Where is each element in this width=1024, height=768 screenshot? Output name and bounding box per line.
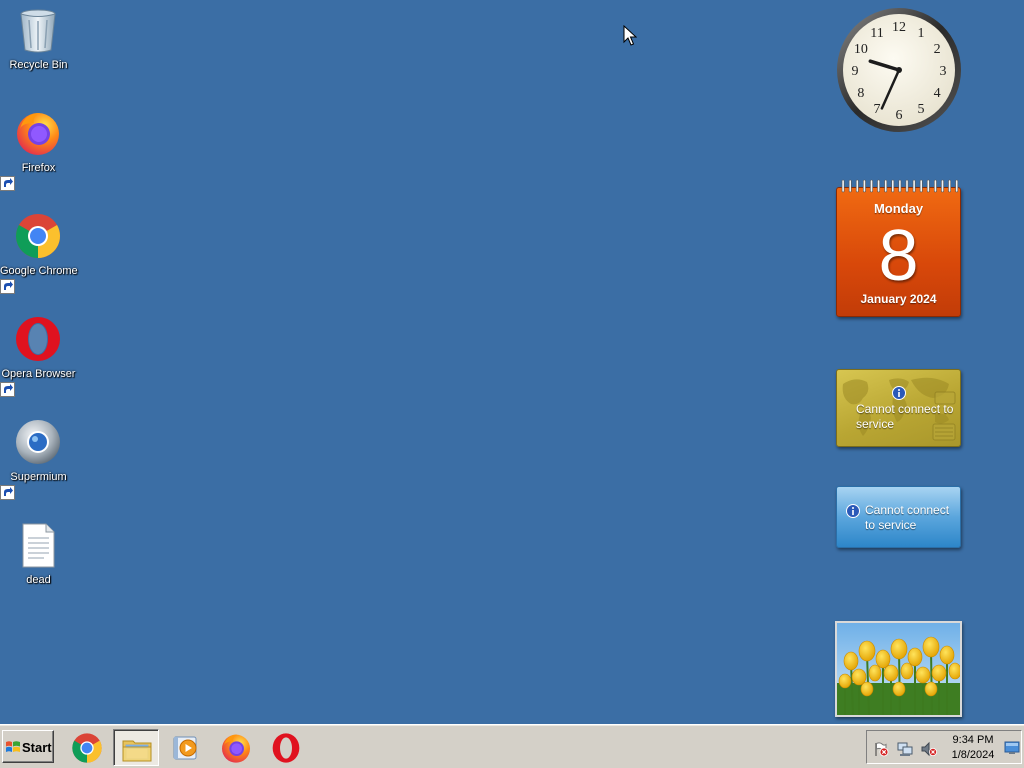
tray-clock-time[interactable]: 9:34 PM — [945, 734, 1001, 746]
taskbar-button-media-player[interactable] — [163, 729, 209, 766]
clock-numeral: 6 — [896, 108, 903, 123]
action-center-flag-icon[interactable] — [873, 741, 889, 757]
shortcut-arrow-icon — [0, 485, 15, 500]
show-desktop-icon[interactable] — [1004, 740, 1020, 756]
tray-clock-date[interactable]: 1/8/2024 — [945, 749, 1001, 761]
opera-icon — [14, 315, 62, 363]
system-tray: 9:34 PM 1/8/2024 — [866, 730, 1022, 764]
info-icon — [846, 504, 860, 518]
currency-gadget[interactable]: Cannot connect to service — [836, 369, 961, 447]
clock-numeral: 7 — [874, 102, 881, 117]
firefox-icon — [14, 109, 62, 157]
slideshow-gadget[interactable] — [835, 621, 962, 717]
desktop-icon-google-chrome[interactable]: Google Chrome — [0, 212, 78, 294]
clock-numeral: 9 — [852, 64, 859, 79]
clock-numeral: 12 — [892, 20, 906, 35]
calendar-month-year: January 2024 — [860, 292, 937, 306]
calendar-ring — [926, 179, 930, 193]
clock-numeral: 10 — [854, 42, 868, 57]
calendar-ring — [877, 179, 881, 193]
recycle-bin-icon — [14, 6, 62, 54]
shortcut-arrow-icon — [0, 176, 15, 191]
shortcut-arrow-icon — [0, 279, 15, 294]
desktop-icon-label: dead — [26, 574, 51, 586]
chrome-icon — [71, 732, 103, 764]
desktop-icon-label: Opera Browser — [1, 368, 76, 380]
clock-numeral: 5 — [918, 102, 925, 117]
taskbar-button-explorer[interactable] — [113, 729, 159, 766]
media-player-icon — [170, 732, 202, 764]
taskbar-button-chrome[interactable] — [64, 729, 110, 766]
windows-logo-icon — [5, 739, 21, 755]
chrome-icon — [14, 212, 62, 260]
info-icon — [892, 386, 906, 400]
start-button[interactable]: Start — [2, 730, 54, 763]
start-label: Start — [22, 740, 52, 755]
network-icon[interactable] — [897, 741, 913, 757]
text-file-icon — [14, 521, 62, 569]
desktop-icon-label: Google Chrome — [0, 265, 78, 277]
mouse-cursor-icon — [623, 25, 637, 47]
weather-gadget[interactable]: Cannot connect to service — [836, 486, 961, 548]
supermium-icon — [14, 418, 62, 466]
calendar-ring — [862, 179, 866, 193]
desktop-icon-supermium[interactable]: Supermium — [0, 418, 77, 500]
clock-center-pin — [896, 67, 902, 73]
calendar-ring — [934, 179, 937, 193]
explorer-folder-icon — [121, 733, 153, 765]
clock-numeral: 8 — [857, 86, 864, 101]
calendar-ring — [919, 179, 923, 193]
calendar-ring — [848, 179, 852, 193]
weather-error-message: Cannot connect to service — [865, 503, 950, 532]
desktop-icon-label: Supermium — [10, 471, 67, 483]
desktop-icon-label: Firefox — [21, 162, 56, 174]
desktop-icon-recycle-bin[interactable]: Recycle Bin — [0, 6, 77, 88]
volume-muted-icon[interactable] — [921, 741, 937, 757]
calendar-ring — [855, 179, 859, 193]
clock-numeral: 1 — [918, 26, 925, 41]
clock-numeral: 2 — [934, 42, 941, 57]
calendar-ring — [941, 179, 944, 193]
tulips-photo — [837, 623, 960, 715]
calendar-ring — [870, 179, 873, 193]
calendar-gadget[interactable]: Monday 8 January 2024 — [836, 179, 961, 317]
clock-numeral: 3 — [940, 64, 947, 79]
firefox-icon — [220, 732, 252, 764]
clock-numeral: 4 — [934, 86, 941, 101]
clock-numeral: 11 — [870, 26, 883, 41]
desktop-icon-opera-browser[interactable]: Opera Browser — [0, 315, 77, 397]
calendar-day-number: 8 — [878, 216, 919, 296]
calendar-ring — [841, 179, 845, 193]
clock-face: 12 12 3 45678 9 1011 — [837, 8, 961, 132]
opera-icon — [270, 732, 302, 764]
calendar-ring — [884, 179, 888, 193]
calendar-weekday: Monday — [873, 201, 924, 216]
calendar-spiral-rings — [836, 179, 961, 193]
currency-error-message: Cannot connect to service — [856, 402, 954, 431]
calendar-ring — [891, 179, 895, 193]
desktop-icon-firefox[interactable]: Firefox — [0, 109, 77, 191]
calendar-ring — [905, 179, 909, 193]
shortcut-arrow-icon — [0, 382, 15, 397]
taskbar-button-opera[interactable] — [263, 729, 309, 766]
taskbar: Start 9:34 PM 1/8/2024 — [0, 724, 1024, 768]
calendar-ring — [898, 179, 902, 193]
calendar-ring — [912, 179, 916, 193]
taskbar-button-firefox[interactable] — [213, 729, 259, 766]
calendar-ring — [948, 179, 952, 193]
desktop-icon-label: Recycle Bin — [9, 59, 68, 71]
calendar-page: Monday 8 January 2024 — [836, 187, 961, 317]
calendar-ring — [955, 179, 959, 193]
desktop-icon-dead[interactable]: dead — [0, 521, 77, 603]
clock-gadget[interactable]: 12 1 2 3 4 5 6 7 8 9 10 11 — [834, 5, 964, 135]
